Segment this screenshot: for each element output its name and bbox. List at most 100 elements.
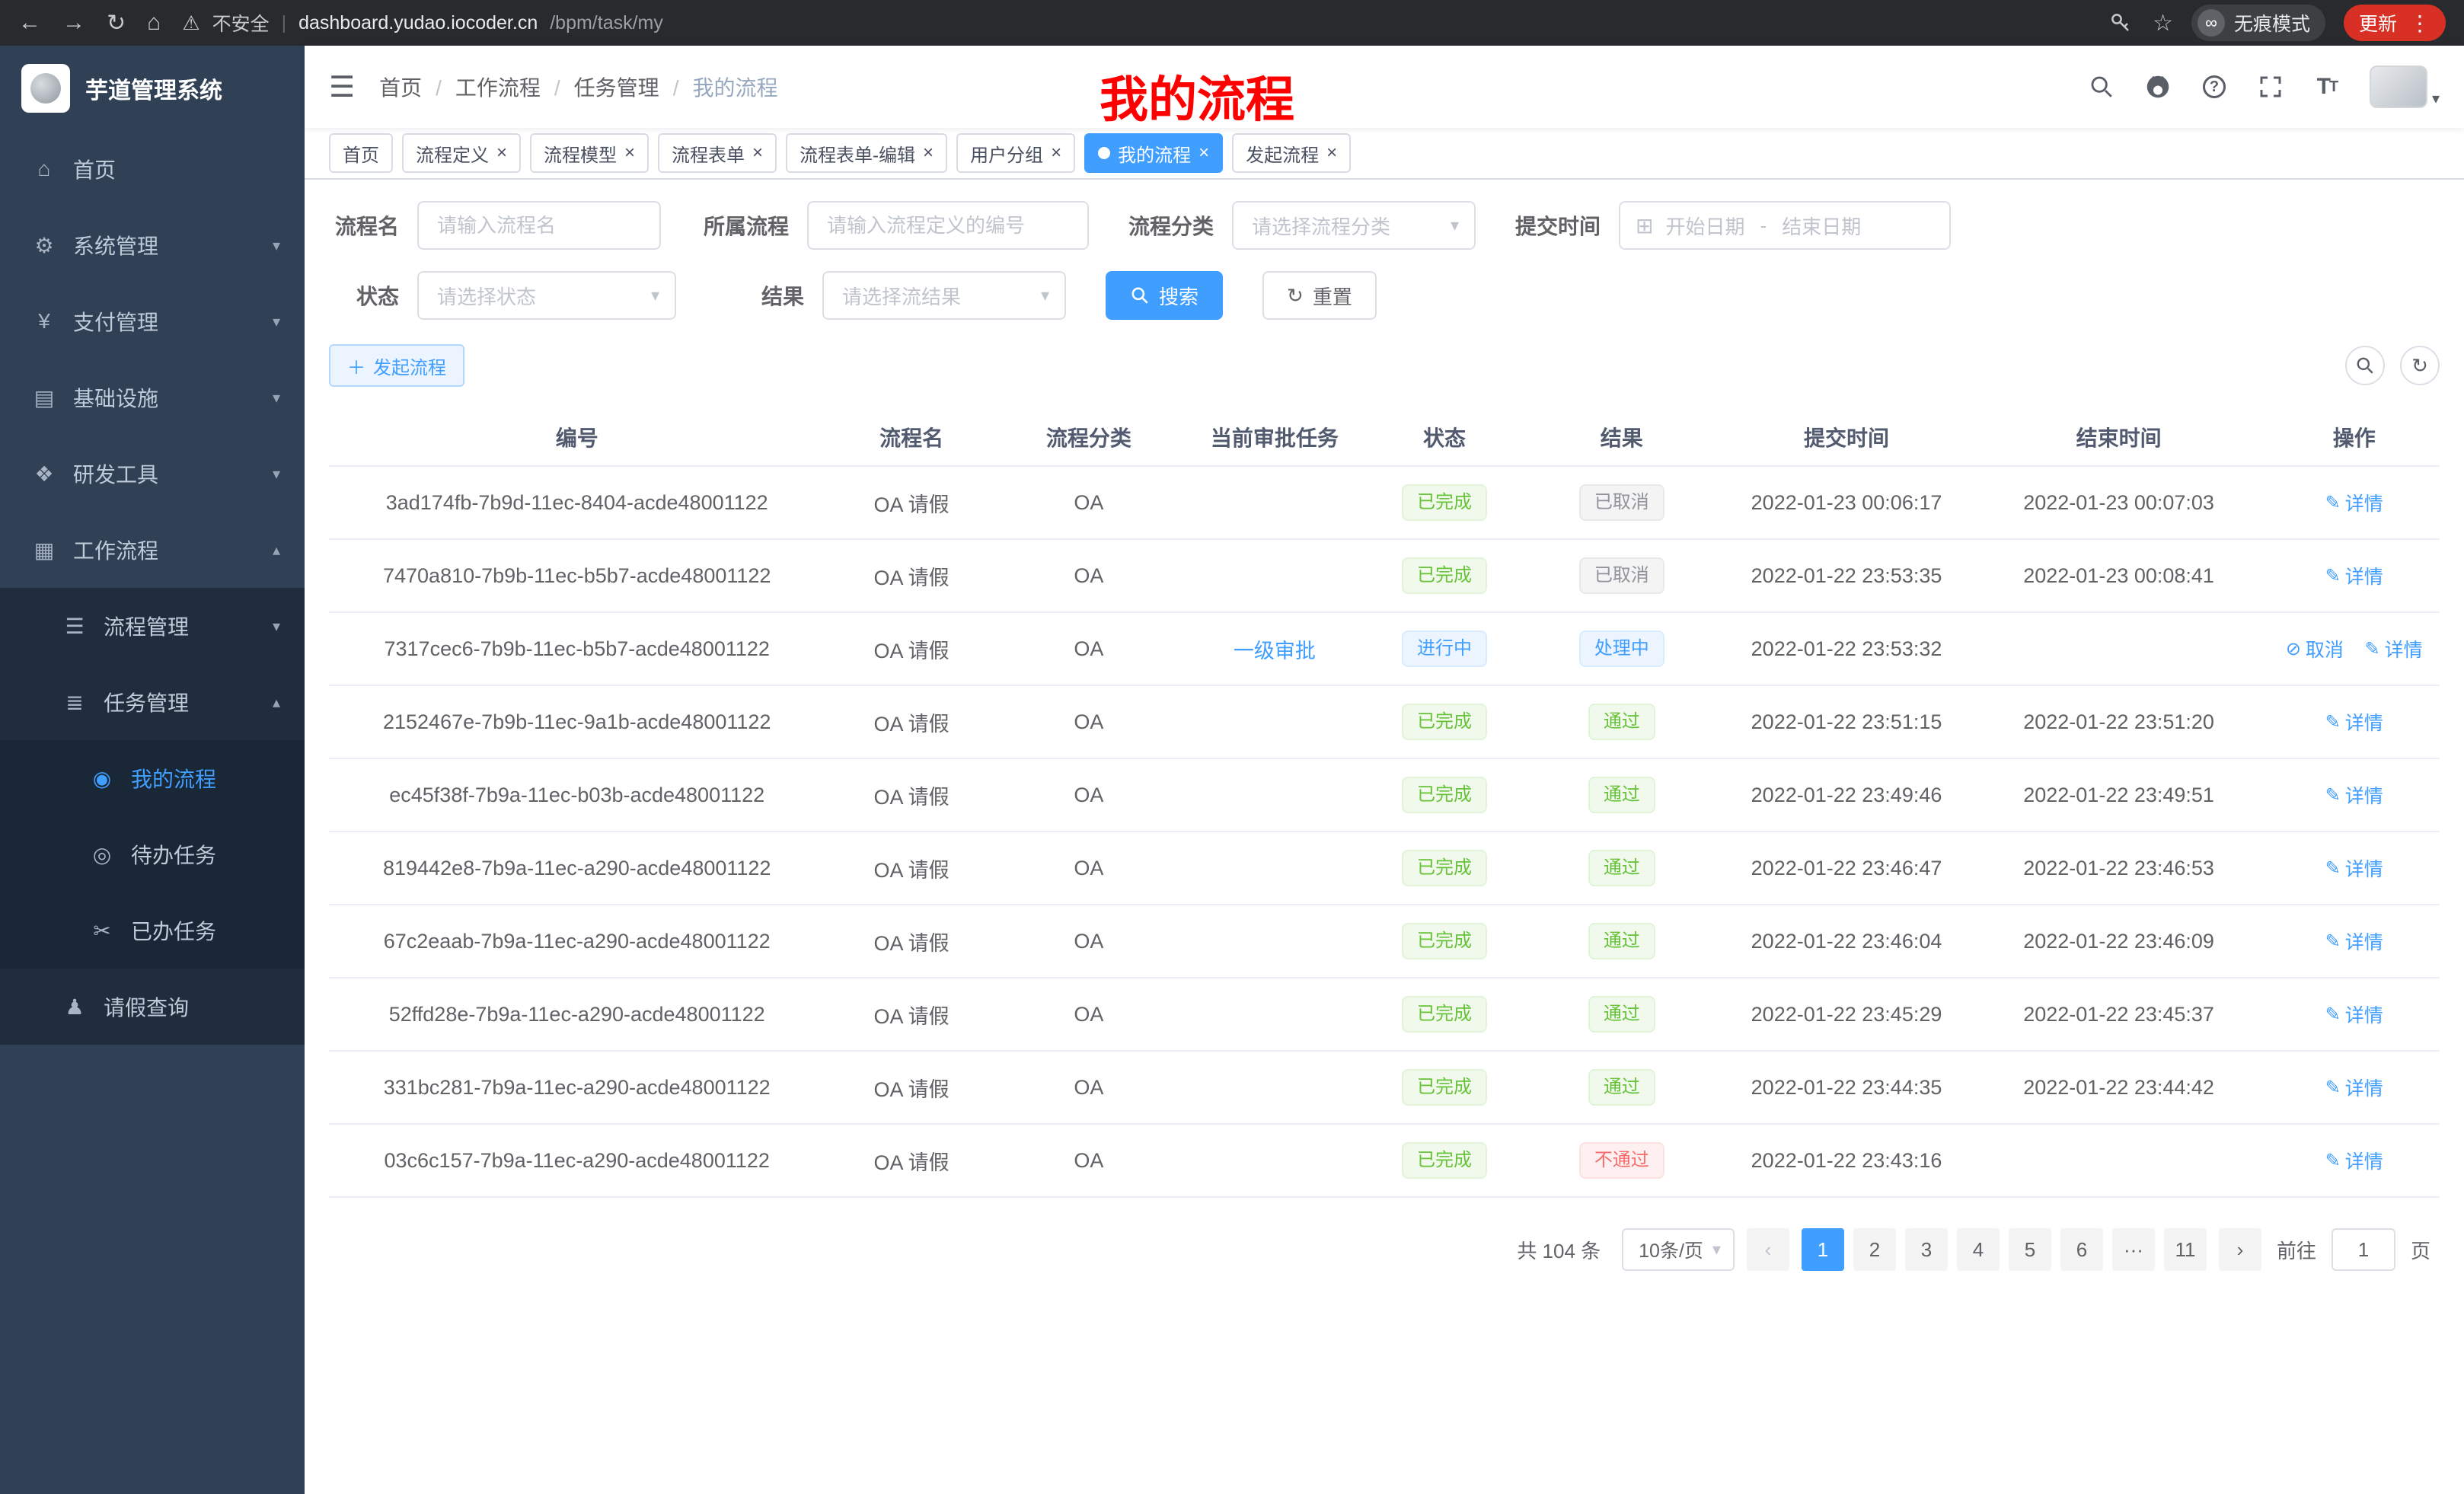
tab[interactable]: 我的流程 × [1084,133,1223,173]
tab-close-icon[interactable]: × [1326,144,1337,162]
sidebar-item[interactable]: ¥ 支付管理 ▾ [0,283,305,359]
tab[interactable]: 用户分组 × [956,133,1075,173]
breadcrumb-item[interactable]: 任务管理 [541,72,659,102]
table-row: 331bc281-7b9a-11ec-a290-acde48001122 OA … [329,1051,2440,1124]
reload-icon[interactable]: ↻ [107,10,126,37]
tab[interactable]: 流程模型 × [530,133,649,173]
caret-down-icon: ▾ [2432,89,2440,108]
detail-link[interactable]: ✎详情 [2325,562,2383,589]
row-submit-time: 2022-01-22 23:46:04 [1724,905,1969,978]
tab-close-icon[interactable]: × [1198,144,1209,162]
reset-button[interactable]: ↻ 重置 [1262,271,1377,320]
next-page-button[interactable]: › [2219,1228,2261,1271]
forward-icon[interactable]: → [62,10,85,36]
tab[interactable]: 流程定义 × [402,133,521,173]
fullscreen-icon[interactable] [2257,73,2284,101]
page-button[interactable]: 2 [1853,1228,1896,1271]
sidebar-item[interactable]: ▦ 工作流程 ▴ [0,512,305,588]
page-button[interactable]: 3 [1905,1228,1948,1271]
url-bar[interactable]: ⚠ 不安全 | dashboard.yudao.iocoder.cn/bpm/t… [182,9,663,37]
tab-close-icon[interactable]: × [496,144,507,162]
user-menu[interactable]: ▾ [2370,65,2440,108]
update-button[interactable]: 更新 ⋮ [2344,5,2446,41]
sidebar-item[interactable]: ⚙ 系统管理 ▾ [0,207,305,283]
result-select[interactable]: 请选择流结果 ▾ [822,271,1066,320]
process-def-input[interactable] [807,201,1089,250]
result-badge: 通过 [1588,996,1655,1033]
detail-link[interactable]: ✎详情 [2364,635,2422,662]
sidebar-item[interactable]: ◉ 我的流程 [0,740,305,816]
column-header: 状态 [1370,408,1520,466]
page-button[interactable]: 6 [2060,1228,2103,1271]
result-badge: 已取消 [1579,484,1664,521]
detail-link[interactable]: ✎详情 [2325,489,2383,516]
tab[interactable]: 流程表单 × [658,133,777,173]
sidebar-item[interactable]: ≣ 任务管理 ▴ [0,664,305,740]
detail-link[interactable]: ✎详情 [2325,927,2383,955]
home-icon[interactable]: ⌂ [147,10,161,36]
breadcrumb-item[interactable]: 首页 [379,72,422,102]
detail-link[interactable]: ✎详情 [2325,781,2383,809]
row-submit-time: 2022-01-22 23:43:16 [1724,1124,1969,1197]
tab-close-icon[interactable]: × [923,144,934,162]
chevron-down-icon: ▾ [1451,215,1459,235]
submit-time-range[interactable]: ⊞ 开始日期 - 结束日期 [1619,201,1951,250]
category-select[interactable]: 请选择流程分类 ▾ [1232,201,1476,250]
process-name-input[interactable] [417,201,661,250]
cancel-link[interactable]: ⊘取消 [2286,635,2344,662]
detail-link[interactable]: ✎详情 [2325,1074,2383,1101]
row-end-time: 2022-01-22 23:46:53 [1969,832,2269,905]
tab[interactable]: 首页 [329,133,393,173]
refresh-table-button[interactable]: ↻ [2400,346,2440,385]
page-button[interactable]: 11 [2164,1228,2207,1271]
sidebar-item[interactable]: ▤ 基础设施 ▾ [0,359,305,436]
row-id: 2152467e-7b9b-11ec-9a1b-acde48001122 [329,685,825,758]
sidebar-item[interactable]: ✂ 已办任务 [0,892,305,969]
toggle-search-button[interactable] [2345,346,2385,385]
column-header: 编号 [329,408,825,466]
search-icon[interactable] [2088,73,2115,101]
menu-item-icon: ◎ [88,842,116,867]
sidebar-item[interactable]: ❖ 研发工具 ▾ [0,436,305,512]
menu-item-label: 待办任务 [131,839,216,870]
detail-link[interactable]: ✎详情 [2325,1147,2383,1174]
hamburger-icon[interactable]: ☰ [329,70,355,104]
create-process-button[interactable]: ＋ 发起流程 [329,344,464,387]
sidebar-item[interactable]: ⌂ 首页 [0,131,305,207]
tab-close-icon[interactable]: × [1051,144,1061,162]
browser-menu-icon[interactable]: ⋮ [2409,11,2430,36]
detail-link[interactable]: ✎详情 [2325,854,2383,882]
help-icon[interactable]: ? [2201,73,2228,101]
detail-link[interactable]: ✎详情 [2325,1001,2383,1028]
result-badge: 不通过 [1579,1142,1664,1179]
page-button[interactable]: 4 [1957,1228,2000,1271]
github-icon[interactable] [2144,73,2172,101]
tab-close-icon[interactable]: × [624,144,635,162]
status-badge: 已完成 [1402,923,1487,959]
sidebar-item[interactable]: ♟ 请假查询 [0,969,305,1045]
page-size-select[interactable]: 10条/页 ▾ [1622,1228,1735,1271]
page-button[interactable]: 5 [2009,1228,2051,1271]
menu-item-label: 任务管理 [104,687,189,717]
breadcrumb-item[interactable]: 我的流程 [659,72,778,102]
page-button[interactable]: ··· [2112,1228,2155,1271]
sidebar-item[interactable]: ◎ 待办任务 [0,816,305,892]
detail-link[interactable]: ✎详情 [2325,708,2383,736]
page-button[interactable]: 1 [1802,1228,1844,1271]
jump-page-input[interactable] [2332,1228,2395,1271]
tab-close-icon[interactable]: × [752,144,763,162]
font-size-icon[interactable]: TT [2313,73,2341,101]
current-task-link[interactable]: 一级审批 [1234,640,1316,662]
process-table: 编号流程名流程分类当前审批任务状态结果提交时间结束时间操作 3ad174fb-7… [329,408,2440,1198]
row-category: OA [998,758,1179,832]
prev-page-button[interactable]: ‹ [1747,1228,1789,1271]
key-icon[interactable] [2107,9,2134,37]
search-button[interactable]: 搜索 [1106,271,1223,320]
tab[interactable]: 发起流程 × [1232,133,1351,173]
tab[interactable]: 流程表单-编辑 × [786,133,947,173]
back-icon[interactable]: ← [18,10,41,36]
breadcrumb-item[interactable]: 工作流程 [422,72,541,102]
status-select[interactable]: 请选择状态 ▾ [417,271,676,320]
sidebar-item[interactable]: ☰ 流程管理 ▾ [0,588,305,664]
bookmark-star-icon[interactable]: ☆ [2153,10,2173,37]
